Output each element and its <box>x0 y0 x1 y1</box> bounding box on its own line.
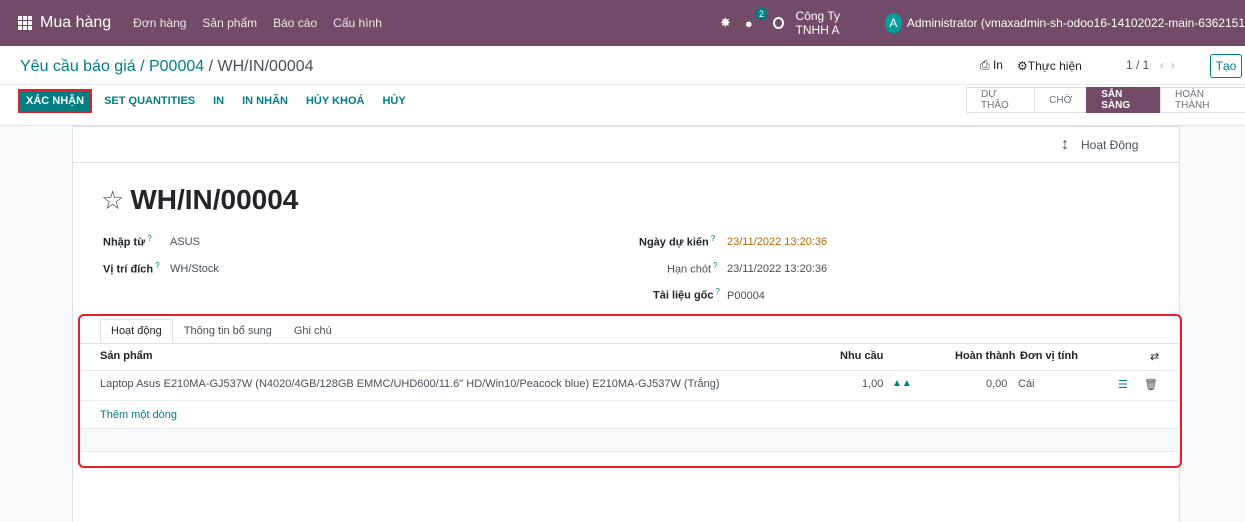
menu-orders[interactable]: Đơn hàng <box>133 16 186 30</box>
activity-clock-icon[interactable] <box>772 17 784 29</box>
dest-field: Vị trí đích? <box>103 261 160 276</box>
menu-configuration[interactable]: Cấu hình <box>333 16 382 30</box>
optional-columns-icon[interactable]: ⇄ <box>1150 350 1159 363</box>
set-quantities-button[interactable]: SET QUANTITIES <box>98 91 201 111</box>
forecast-chart-icon[interactable]: ▲▲ <box>892 378 912 389</box>
row-done[interactable]: 0,00 <box>986 378 1007 390</box>
origin-value[interactable]: P00004 <box>727 290 765 302</box>
status-bar: DỰ THẢO CHỜ SẴN SÀNG HOÀN THÀNH <box>966 87 1245 113</box>
dest-value[interactable]: WH/Stock <box>170 263 219 275</box>
scheduled-label: Ngày dự kiến <box>639 236 709 249</box>
scheduled-field: Ngày dự kiến? <box>639 234 715 249</box>
help-icon: ? <box>155 261 160 270</box>
cancel-button[interactable]: HỦY <box>376 91 411 111</box>
scheduled-value[interactable]: 23/11/2022 13:20:36 <box>727 236 827 248</box>
user-menu[interactable]: Administrator (vmaxadmin-sh-odoo16-14102… <box>907 16 1245 30</box>
chat-count-badge: 2 <box>754 7 768 20</box>
status-done[interactable]: HOÀN THÀNH <box>1160 87 1245 113</box>
menu-reports[interactable]: Báo cáo <box>273 16 317 30</box>
print-button[interactable]: IN <box>207 91 230 111</box>
print-dropdown[interactable]: ⎙ In <box>980 58 1003 73</box>
tab-operations[interactable]: Hoạt động <box>100 319 173 343</box>
create-button[interactable]: Tạo <box>1210 54 1242 78</box>
tabs-divider <box>80 343 1180 344</box>
breadcrumb-current: / WH/IN/00004 <box>204 58 314 75</box>
control-panel: Yêu cầu báo giá / P00004 / WH/IN/00004 ⎙… <box>0 46 1245 126</box>
company-switcher[interactable]: Công Ty TNHH A <box>796 9 873 37</box>
chevron-right-icon[interactable]: › <box>1171 58 1175 72</box>
status-draft[interactable]: DỰ THẢO <box>966 87 1035 113</box>
menu-products[interactable]: Sản phẩm <box>202 16 257 30</box>
app-brand[interactable]: Mua hàng <box>40 14 111 32</box>
row-uom[interactable]: Cái <box>1018 378 1035 390</box>
row-divider <box>80 400 1180 401</box>
top-navbar: Mua hàng Đơn hàng Sản phẩm Báo cáo Cấu h… <box>0 0 1245 46</box>
pager-arrows[interactable]: ‹ › <box>1160 58 1175 72</box>
row-product[interactable]: Laptop Asus E210MA-GJ537W (N4020/4GB/128… <box>100 378 720 390</box>
origin-label: Tài liệu gốc <box>653 289 714 302</box>
details-list-icon[interactable]: ☰ <box>1118 378 1128 391</box>
debug-bug-icon[interactable]: ✸ <box>720 15 731 31</box>
printer-icon: ⎙ <box>980 58 990 72</box>
confirm-button[interactable]: XÁC NHẬN <box>16 88 94 114</box>
gear-icon: ⚙ <box>1016 58 1028 73</box>
deadline-label: Hạn chót <box>667 263 712 276</box>
pager-value[interactable]: 1 / 1 <box>1126 58 1149 72</box>
deadline-value[interactable]: 23/11/2022 13:20:36 <box>727 263 827 275</box>
help-icon: ? <box>715 287 720 296</box>
help-icon: ? <box>713 261 718 270</box>
star-icon[interactable]: ☆ <box>101 185 124 216</box>
notebook: Hoạt động Thông tin bổ sung Ghi chú Sản … <box>78 314 1182 468</box>
activity-label: Hoạt Động <box>1081 138 1139 152</box>
dest-label: Vị trí đích <box>103 263 154 276</box>
deadline-field: Hạn chót? <box>667 261 717 276</box>
action-dropdown[interactable]: ⚙Thực hiện <box>1017 59 1082 73</box>
divider <box>0 84 1245 85</box>
col-demand[interactable]: Nhu cầu <box>840 350 883 362</box>
activity-bar: ↕ Hoạt Động <box>73 127 1179 163</box>
help-icon: ? <box>710 234 716 243</box>
help-icon: ? <box>147 234 152 243</box>
col-uom[interactable]: Đơn vị tính <box>1020 350 1078 362</box>
print-label: In <box>992 58 1003 72</box>
user-avatar[interactable]: A <box>884 13 902 33</box>
partner-field: Nhập từ? <box>103 234 152 249</box>
col-product[interactable]: Sản phẩm <box>100 350 153 362</box>
empty-row <box>80 428 1180 452</box>
breadcrumb: Yêu cầu báo giá / P00004 / WH/IN/00004 <box>20 58 314 76</box>
col-done[interactable]: Hoàn thành <box>955 350 1016 362</box>
origin-field: Tài liệu gốc? <box>653 287 720 302</box>
record-name: WH/IN/00004 <box>130 184 299 215</box>
record-title: ☆ WH/IN/00004 <box>101 184 298 216</box>
add-line-link[interactable]: Thêm một dòng <box>100 409 177 421</box>
row-demand[interactable]: 1,00 <box>862 378 883 390</box>
apps-menu-icon[interactable] <box>18 16 32 30</box>
row-divider <box>80 370 1180 371</box>
action-label: Thực hiện <box>1027 58 1082 73</box>
breadcrumb-parent[interactable]: Yêu cầu báo giá / P00004 <box>20 58 204 75</box>
status-ready[interactable]: SẴN SÀNG <box>1086 87 1161 113</box>
unlock-button[interactable]: HỦY KHOÁ <box>300 91 370 111</box>
arrows-vertical-icon: ↕ <box>1061 136 1069 153</box>
status-waiting[interactable]: CHỜ <box>1034 87 1087 113</box>
trash-icon[interactable]: 🗑 <box>1144 378 1158 391</box>
activity-button[interactable]: ↕ Hoạt Động <box>1061 136 1138 154</box>
tab-additional-info[interactable]: Thông tin bổ sung <box>173 319 283 343</box>
print-labels-button[interactable]: IN NHÃN <box>236 91 294 111</box>
chevron-left-icon[interactable]: ‹ <box>1160 58 1164 72</box>
tab-note[interactable]: Ghi chú <box>283 319 343 343</box>
chat-icon[interactable]: ● 2 <box>745 7 768 31</box>
partner-value[interactable]: ASUS <box>170 236 200 248</box>
partner-label: Nhập từ <box>103 236 146 249</box>
